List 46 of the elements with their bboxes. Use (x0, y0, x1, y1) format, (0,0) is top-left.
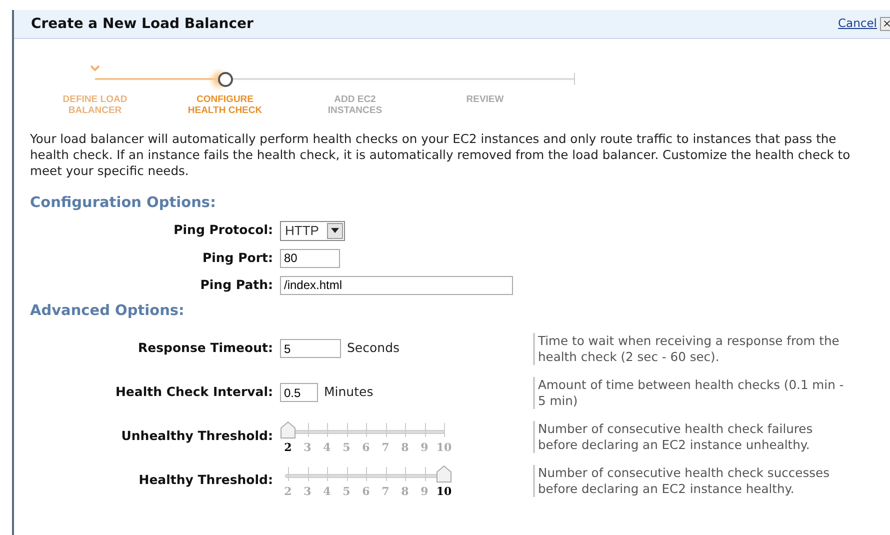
field-label: Unhealthy Threshold: (120, 427, 274, 446)
unit-label: Minutes (324, 383, 374, 402)
tick-label: 10 (436, 484, 452, 500)
tick-label: 4 (323, 484, 331, 500)
unit-label: Seconds (347, 339, 400, 358)
tick-label: 8 (401, 484, 409, 500)
tick-label: 3 (304, 440, 312, 456)
intro-text: Your load balancer will automatically perform health checks on your EC2 instances and only route traffic to instances that pass the health check. If an instance fails the health check, it is automatically removed from the load balancer. Customize the health check to meet your specific needs. (30, 131, 852, 179)
field-label: Ping Port: (201, 248, 274, 267)
field-label: Health Check Interval: (114, 383, 274, 402)
tick-label: 8 (401, 440, 409, 456)
slider-thumb[interactable] (280, 420, 296, 438)
track-end (548, 73, 575, 85)
input-field[interactable]: 80 (280, 248, 340, 268)
tick-label: 4 (323, 440, 331, 456)
tick-label: 7 (382, 484, 390, 500)
input-field[interactable]: 0.5 (280, 383, 318, 402)
input-field[interactable]: /index.html (280, 276, 513, 295)
tick-label: 10 (436, 440, 452, 456)
section-heading: Configuration Options: (30, 194, 217, 213)
tick-label: 6 (362, 440, 370, 456)
tick-label: 2 (284, 484, 292, 500)
close-button[interactable]: × (880, 17, 890, 31)
help-text: Amount of time between health checks (0.1 min - 5 min) (533, 376, 851, 408)
tick-label: 3 (304, 484, 312, 500)
tick-label: 6 (362, 484, 370, 500)
cancel-link[interactable]: Cancel (838, 15, 877, 33)
tick-label: 9 (420, 484, 428, 500)
field-label: Ping Path: (199, 276, 274, 294)
tick-label: 5 (342, 484, 350, 500)
tick-label: 9 (420, 440, 428, 456)
help-text: Number of consecutive health check failures before declaring an EC2 instance unhealthy. (533, 420, 851, 452)
field-label: Healthy Threshold: (138, 471, 274, 490)
tick-label: 7 (382, 440, 390, 456)
section-heading: Advanced Options: (30, 302, 186, 321)
tick-label: 2 (284, 440, 292, 456)
dialog-title: Create a New Load Balancer (31, 14, 254, 34)
field-label: Response Timeout: (136, 339, 274, 358)
help-text: Time to wait when receiving a response from the health check (2 sec - 60 sec). (533, 332, 851, 364)
field-label: Ping Protocol: (172, 221, 274, 240)
tick-label: 5 (342, 440, 350, 456)
help-text: Number of consecutive health check successes before declaring an EC2 instance healthy. (533, 464, 851, 496)
slider-thumb[interactable] (436, 464, 452, 482)
protocol-select[interactable]: HTTP (280, 220, 345, 241)
input-field[interactable]: 5 (280, 339, 341, 358)
dropdown-arrow-icon (330, 228, 339, 234)
